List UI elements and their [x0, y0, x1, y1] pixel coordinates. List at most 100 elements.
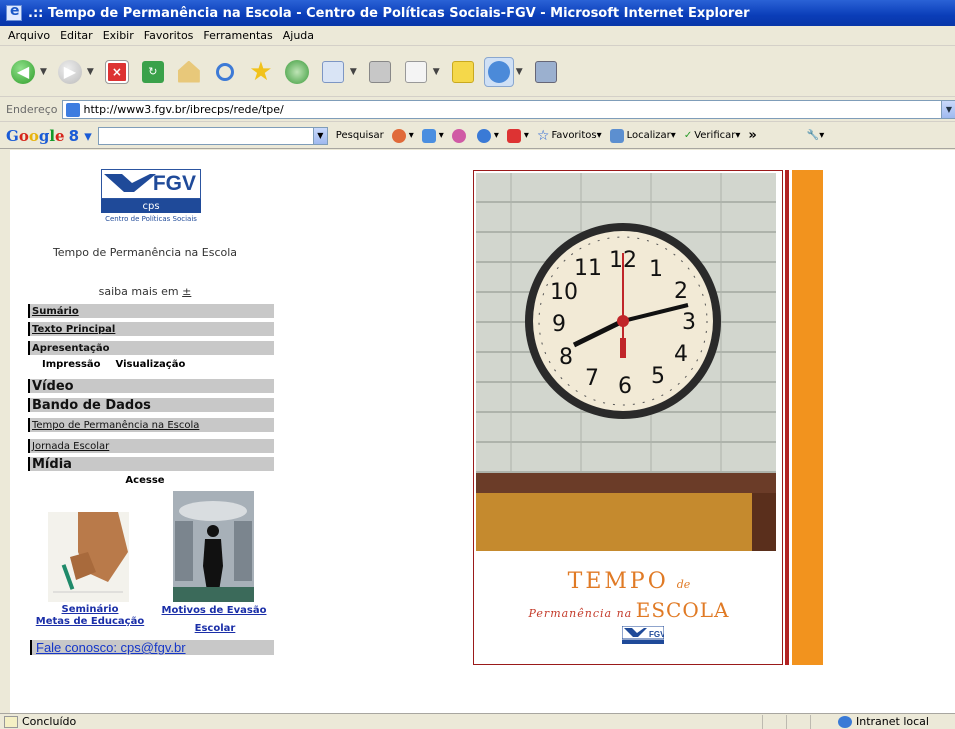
- nav-banco-dados[interactable]: Bando de Dados: [28, 397, 274, 413]
- popup-blocker-button[interactable]: ▾: [506, 128, 529, 143]
- pagerank-button[interactable]: ▾: [391, 128, 414, 143]
- address-dropdown-icon[interactable]: ▼: [940, 101, 955, 118]
- localizar-label: Localizar: [626, 130, 671, 141]
- visualizacao-link[interactable]: Visualização: [116, 359, 186, 370]
- back-dropdown-icon[interactable]: ▼: [40, 67, 47, 77]
- google-8-icon[interactable]: 8 ▾: [69, 127, 92, 145]
- address-url[interactable]: http://www3.fgv.br/ibrecps/rede/tpe/: [84, 103, 284, 116]
- forward-button[interactable]: ▶: [55, 57, 85, 87]
- settings-wrench-button[interactable]: 🔧 ▾: [807, 130, 824, 141]
- standard-toolbar: ◀ ▼ ▶ ▼ × ↻ ★ ▼ ▼ ▼: [0, 47, 955, 97]
- escolar-link[interactable]: Escolar: [180, 623, 250, 634]
- cover-frame: 12 1 2 3 4 5 6 7 8 9 10 11 TEMPO de Perm…: [473, 170, 783, 665]
- menu-ajuda[interactable]: Ajuda: [283, 29, 314, 42]
- book-cover: 12 1 2 3 4 5 6 7 8 9 10 11 TEMPO de Perm…: [473, 170, 823, 665]
- pesquisar-label: Pesquisar: [335, 130, 384, 141]
- page-status-icon: [4, 715, 18, 728]
- mail-button[interactable]: [318, 57, 348, 87]
- menu-favoritos[interactable]: Favoritos: [144, 29, 194, 42]
- metas-educacao-link[interactable]: Metas de Educação: [32, 616, 148, 627]
- home-button[interactable]: [174, 57, 204, 87]
- nav-sumario[interactable]: Sumário: [28, 304, 274, 318]
- menu-editar[interactable]: Editar: [60, 29, 93, 42]
- nav-video[interactable]: Vídeo: [28, 379, 274, 394]
- forward-dropdown-icon[interactable]: ▼: [87, 67, 94, 77]
- cover-orange-stripe: [792, 170, 823, 665]
- more-tools-button[interactable]: »: [748, 128, 756, 143]
- notes-button[interactable]: [448, 57, 478, 87]
- browser-window: .:: Tempo de Permanência na Escola - Cen…: [0, 0, 955, 729]
- favorites-star-icon: ☆: [536, 127, 550, 144]
- printer-icon: [368, 60, 391, 83]
- edit-dropdown-icon[interactable]: ▼: [433, 67, 440, 77]
- nav-tempo-permanencia-label: Tempo de Permanência na Escola: [32, 419, 200, 431]
- stop-button[interactable]: ×: [102, 57, 132, 87]
- nav-jornada-escolar[interactable]: Jornada Escolar: [28, 439, 274, 453]
- research-button[interactable]: [531, 57, 561, 87]
- svg-text:5: 5: [651, 364, 665, 389]
- svg-text:8: 8: [559, 345, 573, 370]
- talk-button[interactable]: ▾: [476, 128, 499, 143]
- menu-arquivo[interactable]: Arquivo: [8, 29, 50, 42]
- back-button[interactable]: ◀: [8, 57, 38, 87]
- contact-link[interactable]: Fale conosco: cps@fgv.br: [30, 640, 274, 655]
- address-input[interactable]: http://www3.fgv.br/ibrecps/rede/tpe/ ▼: [61, 100, 955, 119]
- google-logo[interactable]: Google: [6, 127, 65, 145]
- star-icon: ★: [249, 56, 273, 87]
- cps-sub: Centro de Políticas Sociais: [105, 215, 197, 223]
- google-favoritos-button[interactable]: ☆ Favoritos ▾: [537, 128, 602, 144]
- mail-icon: [321, 60, 344, 83]
- nav-texto-principal[interactable]: Texto Principal: [28, 322, 274, 336]
- research-icon: [534, 60, 557, 83]
- google-search-dropdown-icon[interactable]: ▼: [312, 127, 327, 144]
- contact-label: Fale conosco: cps@fgv.br: [36, 640, 186, 655]
- history-button[interactable]: [282, 57, 312, 87]
- title-bar: .:: Tempo de Permanência na Escola - Cen…: [0, 0, 955, 26]
- nav-midia[interactable]: Mídia: [28, 457, 274, 472]
- plus-button[interactable]: ▾: [421, 128, 444, 143]
- google-favoritos-label: Favoritos: [551, 130, 597, 141]
- nav-sumario-label: Sumário: [32, 305, 79, 317]
- address-label: Endereço: [6, 103, 58, 116]
- motivos-evasao-thumbnail[interactable]: [173, 491, 254, 602]
- pesquisar-button[interactable]: Pesquisar: [336, 130, 384, 141]
- menu-exibir[interactable]: Exibir: [103, 29, 134, 42]
- favorites-button[interactable]: ★: [246, 57, 276, 87]
- impressao-link[interactable]: Impressão: [42, 359, 101, 370]
- edit-icon: [404, 60, 427, 83]
- seminario-link[interactable]: Seminário: [55, 604, 125, 615]
- nav-tempo-permanencia[interactable]: Tempo de Permanência na Escola: [28, 418, 274, 432]
- cover-escola: ESCOLA: [635, 598, 730, 622]
- nav-apresentacao[interactable]: Apresentação: [28, 341, 274, 355]
- verificar-button[interactable]: ✓ Verificar ▾: [684, 130, 741, 141]
- nav-banco-dados-label: Bando de Dados: [32, 397, 151, 413]
- edit-button[interactable]: [401, 57, 431, 87]
- messenger-button[interactable]: [483, 56, 514, 87]
- motivos-evasao-link[interactable]: Motivos de Evasão: [160, 605, 268, 616]
- search-button[interactable]: [210, 57, 240, 87]
- saiba-toggle-link[interactable]: ±: [182, 285, 191, 298]
- print-button[interactable]: [365, 57, 395, 87]
- refresh-button[interactable]: ↻: [138, 57, 168, 87]
- intranet-icon: [838, 715, 852, 728]
- svg-text:7: 7: [585, 366, 599, 391]
- orkut-icon: [451, 128, 466, 143]
- svg-text:9: 9: [552, 312, 566, 337]
- nav-apresentacao-label: Apresentação: [32, 342, 110, 354]
- localizar-button[interactable]: Localizar ▾: [609, 128, 676, 143]
- menu-ferramentas[interactable]: Ferramentas: [203, 29, 272, 42]
- messenger-dropdown-icon[interactable]: ▼: [516, 67, 523, 77]
- fgv-logo[interactable]: FGV cps Centro de Políticas Sociais: [101, 169, 201, 227]
- history-icon: [284, 59, 309, 84]
- svg-text:6: 6: [618, 374, 632, 399]
- mail-dropdown-icon[interactable]: ▼: [350, 67, 357, 77]
- fgv-logo-top: FGV: [101, 169, 201, 199]
- google-search-input[interactable]: ▼: [97, 126, 328, 145]
- hand-writing-image: [48, 512, 129, 602]
- nav-texto-principal-label: Texto Principal: [32, 323, 116, 335]
- search-icon: [215, 62, 234, 81]
- window-title: .:: Tempo de Permanência na Escola - Cen…: [28, 5, 750, 21]
- orkut-button[interactable]: [451, 128, 469, 143]
- status-segment-2: [786, 714, 810, 729]
- seminario-thumbnail[interactable]: [48, 512, 129, 602]
